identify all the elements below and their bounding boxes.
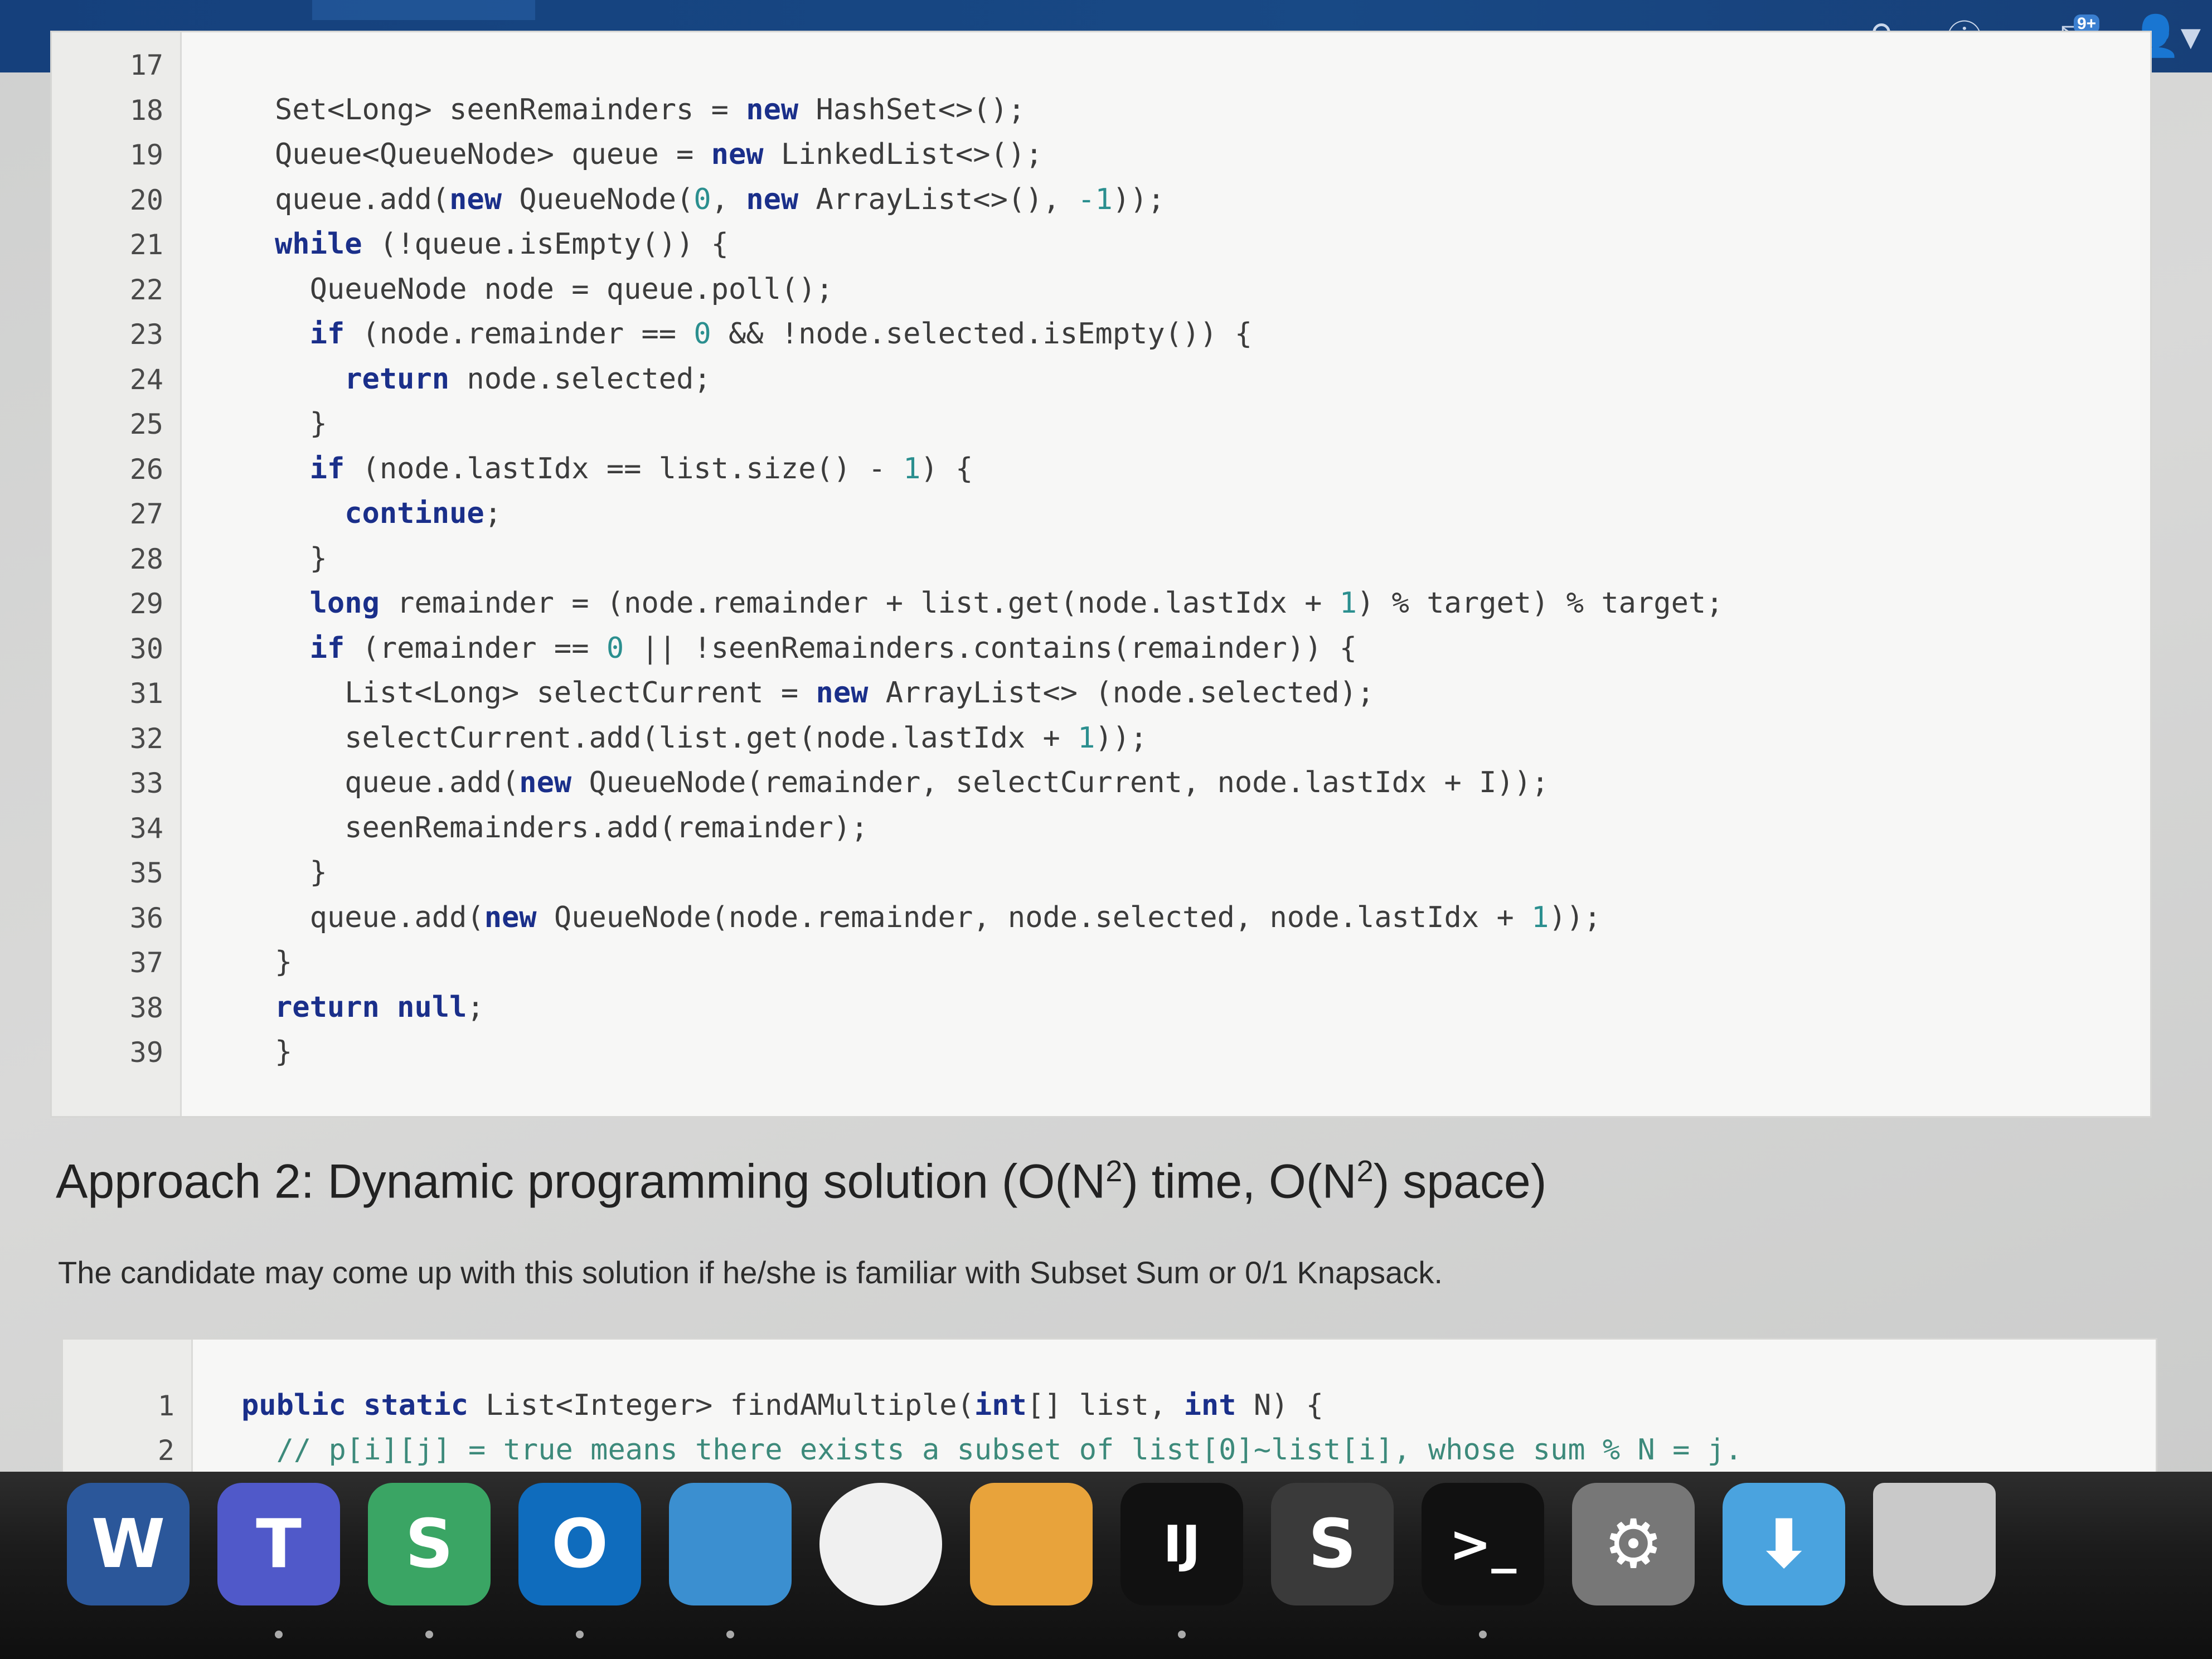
sublime-icon[interactable]: S <box>1271 1483 1394 1605</box>
line-number: 20 <box>129 183 163 216</box>
dock-running-indicator <box>576 1631 584 1638</box>
dock-running-indicator <box>425 1631 433 1638</box>
line-number: 24 <box>129 363 163 396</box>
terminal-icon[interactable]: >_ <box>1422 1483 1544 1605</box>
line-number: 26 <box>129 453 163 486</box>
code-line[interactable]: if (node.remainder == 0 && !node.selecte… <box>275 317 1253 351</box>
line-number: 34 <box>129 812 163 845</box>
vpn-icon[interactable] <box>669 1483 792 1605</box>
code-line[interactable]: // p[i][j] = true means there exists a s… <box>241 1433 1743 1467</box>
line-number: 32 <box>129 722 163 755</box>
intellij-icon[interactable]: IJ <box>1120 1483 1243 1605</box>
line-number: 22 <box>129 273 163 306</box>
code-line[interactable]: queue.add(new QueueNode(0, new ArrayList… <box>275 183 1165 216</box>
line-number: 37 <box>129 947 163 979</box>
code-line[interactable]: long remainder = (node.remainder + list.… <box>275 586 1724 620</box>
line-number: 17 <box>129 49 163 81</box>
header-tab[interactable] <box>312 0 535 20</box>
teams-icon[interactable]: T <box>217 1483 340 1605</box>
line-number: 27 <box>129 498 163 530</box>
line-number: 19 <box>129 139 163 171</box>
code-line[interactable]: } <box>275 407 327 440</box>
code-line[interactable]: queue.add(new QueueNode(remainder, selec… <box>275 766 1549 799</box>
line-number: 18 <box>129 94 163 127</box>
code-line[interactable]: selectCurrent.add(list.get(node.lastIdx … <box>275 721 1147 755</box>
downloads-folder-icon[interactable]: ⬇ <box>1723 1483 1845 1605</box>
section-description: The candidate may come up with this solu… <box>58 1255 1443 1290</box>
code-line[interactable]: if (node.lastIdx == list.size() - 1) { <box>275 452 973 486</box>
wifi-icon[interactable] <box>819 1483 942 1605</box>
code-line[interactable]: Queue<QueueNode> queue = new LinkedList<… <box>275 138 1043 171</box>
code-line[interactable]: } <box>275 1035 292 1069</box>
line-number: 30 <box>129 632 163 665</box>
dock-running-indicator <box>1178 1631 1186 1638</box>
word-icon[interactable]: W <box>67 1483 190 1605</box>
line-number: 33 <box>129 767 163 799</box>
line-number: 25 <box>129 408 163 440</box>
code-block-approach-1: 17 18 Set<Long> seenRemainders = new HashS… <box>50 31 2152 1118</box>
line-number: 36 <box>129 901 163 934</box>
line-number: 23 <box>129 318 163 351</box>
self-service-icon[interactable] <box>970 1483 1093 1605</box>
code-line[interactable]: List<Long> selectCurrent = new ArrayList… <box>275 676 1374 710</box>
dock-running-indicator <box>726 1631 734 1638</box>
dock-running-indicator <box>1479 1631 1487 1638</box>
code-line[interactable]: Set<Long> seenRemainders = new HashSet<>… <box>275 93 1025 127</box>
code-line[interactable]: while (!queue.isEmpty()) { <box>275 227 729 261</box>
code-line[interactable]: return node.selected; <box>275 362 711 396</box>
code-line[interactable]: continue; <box>275 497 502 530</box>
code-line[interactable]: } <box>275 856 327 889</box>
line-number: 31 <box>129 677 163 710</box>
line-number: 2 <box>157 1434 174 1467</box>
line-number: 21 <box>129 229 163 261</box>
line-number: 38 <box>129 991 163 1024</box>
code-line[interactable]: return null; <box>275 991 484 1024</box>
code-line[interactable]: QueueNode node = queue.poll(); <box>275 273 833 306</box>
section-heading: Approach 2: Dynamic programming solution… <box>56 1154 1547 1209</box>
outlook-icon[interactable]: O <box>518 1483 641 1605</box>
line-number: 39 <box>129 1036 163 1069</box>
code-line[interactable]: public static List<Integer> findAMultipl… <box>241 1389 1323 1422</box>
line-number: 1 <box>157 1390 174 1422</box>
dock-running-indicator <box>275 1631 283 1638</box>
line-number: 35 <box>129 857 163 889</box>
slack-icon[interactable]: S <box>368 1483 491 1605</box>
code-line[interactable]: } <box>275 542 327 575</box>
line-number: 29 <box>129 588 163 620</box>
code-line[interactable]: queue.add(new QueueNode(node.remainder, … <box>275 901 1602 934</box>
code-line[interactable]: if (remainder == 0 || !seenRemainders.co… <box>275 632 1357 665</box>
code-line[interactable]: seenRemainders.add(remainder); <box>275 811 868 845</box>
trash-icon[interactable] <box>1873 1483 1996 1605</box>
system-preferences-icon[interactable]: ⚙ <box>1572 1483 1695 1605</box>
line-number: 28 <box>129 542 163 575</box>
code-line[interactable]: } <box>275 945 292 979</box>
